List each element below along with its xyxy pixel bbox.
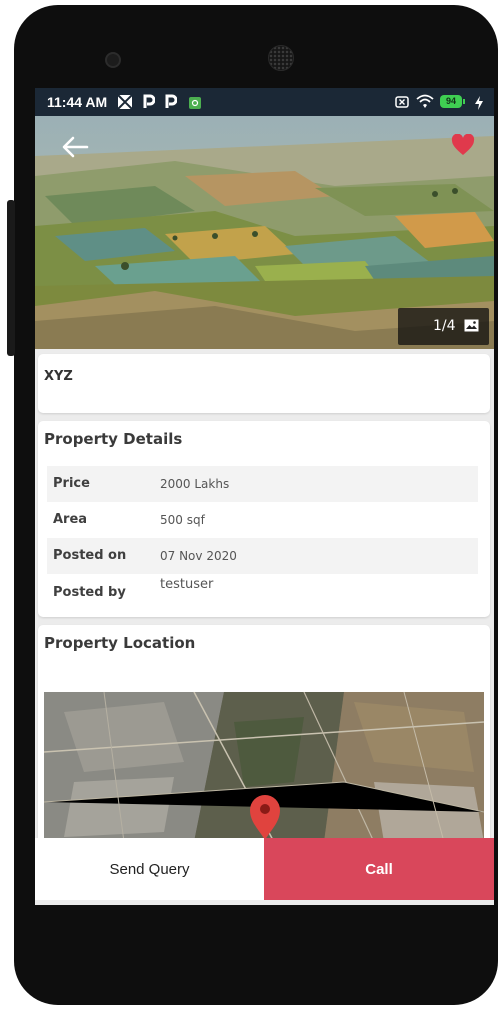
- detail-row-posted-on: Posted on 07 Nov 2020: [47, 538, 478, 574]
- detail-row-posted-by: Posted by testuser: [47, 574, 478, 610]
- side-button[interactable]: [7, 200, 15, 356]
- image-counter: 1/4: [398, 308, 489, 345]
- photos-icon: [117, 94, 133, 110]
- property-details-card: Property Details Price 2000 Lakhs Area 5…: [38, 421, 490, 617]
- property-details-heading: Property Details: [44, 430, 183, 448]
- detail-row-area: Area 500 sqf: [47, 502, 478, 538]
- detail-label: Posted by: [53, 585, 126, 600]
- parking-app-icon: [165, 94, 177, 108]
- gallery-icon: [464, 319, 479, 332]
- location-map[interactable]: [44, 692, 484, 842]
- image-counter-text: 1/4: [433, 318, 456, 334]
- send-query-button[interactable]: Send Query: [35, 838, 264, 900]
- detail-value: 07 Nov 2020: [160, 549, 237, 563]
- app-screen: 11:44 AM 94 1/4 XYZ Property Details Pri…: [35, 88, 494, 905]
- map-pin-icon[interactable]: [248, 792, 282, 842]
- sim-blocked-icon: [395, 96, 409, 108]
- property-location-card: Property Location: [38, 625, 490, 855]
- status-time: 11:44 AM: [47, 94, 108, 110]
- favorite-heart-icon[interactable]: [451, 134, 475, 156]
- property-location-heading: Property Location: [44, 634, 196, 652]
- status-bar: 11:44 AM 94: [35, 88, 494, 116]
- detail-value: 500 sqf: [160, 513, 205, 527]
- battery-indicator: 94: [440, 95, 465, 108]
- bottom-action-bar: Send Query Call: [35, 838, 494, 900]
- detail-label: Area: [53, 512, 88, 527]
- charging-icon: [475, 96, 483, 110]
- call-button[interactable]: Call: [264, 838, 494, 900]
- property-image-carousel[interactable]: 1/4: [35, 116, 494, 349]
- parking-app-icon: [143, 94, 155, 108]
- back-arrow-icon[interactable]: [61, 136, 89, 158]
- detail-value: 2000 Lakhs: [160, 477, 230, 491]
- wifi-icon: [416, 94, 434, 108]
- listing-title-card: XYZ: [38, 354, 490, 413]
- earpiece-speaker: [268, 45, 294, 71]
- detail-row-price: Price 2000 Lakhs: [47, 466, 478, 502]
- app-notification-icon: [189, 97, 201, 109]
- detail-value: testuser: [160, 577, 214, 592]
- detail-label: Price: [53, 476, 90, 491]
- listing-title: XYZ: [44, 369, 73, 384]
- detail-label: Posted on: [53, 548, 127, 563]
- front-camera: [105, 52, 121, 68]
